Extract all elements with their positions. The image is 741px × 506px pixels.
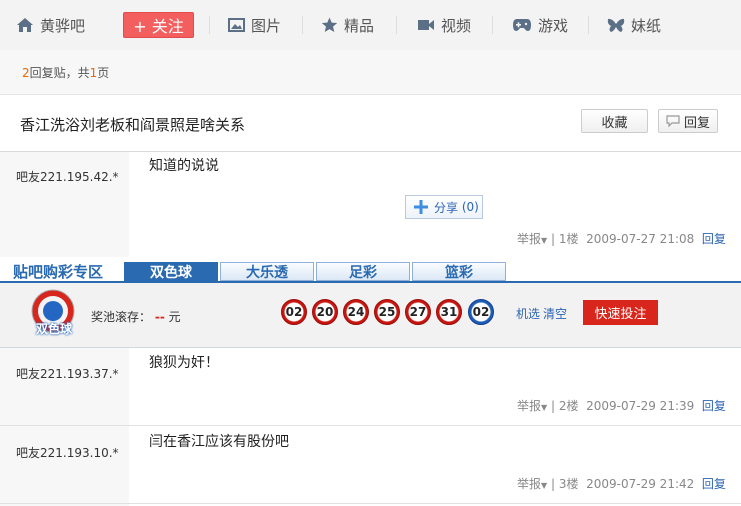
red-ball[interactable]: 20 xyxy=(312,299,338,325)
caret-down-icon: ▼ xyxy=(541,481,548,490)
star-icon xyxy=(321,17,338,32)
comment-icon xyxy=(666,115,680,127)
nav-divider xyxy=(588,16,589,34)
image-icon xyxy=(228,18,245,32)
floor-number: 1楼 xyxy=(558,232,579,246)
ssq-logo-text: 双色球 xyxy=(35,322,72,336)
reply-count-text: 2回复贴，共1页 xyxy=(22,64,109,81)
post-time: 2009-07-29 21:42 xyxy=(586,477,695,491)
jackpot-unit: 元 xyxy=(168,310,181,324)
top-nav: 黄骅吧 + 关注 图片 精品 视频 游戏 妹纸 xyxy=(0,0,741,51)
jackpot-info: 奖池滚存： -- 元 xyxy=(91,308,181,325)
nav-label: 妹纸 xyxy=(631,16,662,35)
blue-ball[interactable]: 02 xyxy=(468,299,494,325)
nav-divider xyxy=(396,16,397,34)
post-content: 闫在香江应该有股份吧 xyxy=(149,434,289,450)
forum-name: 黄骅吧 xyxy=(40,16,86,35)
jackpot-label: 奖池滚存： xyxy=(91,310,152,324)
lottery-zone-title: 贴吧购彩专区 xyxy=(13,263,104,281)
nav-label: 游戏 xyxy=(538,16,569,35)
report-link[interactable]: 举报 xyxy=(517,477,541,491)
ssq-logo: 双色球 xyxy=(28,289,78,339)
red-ball[interactable]: 02 xyxy=(281,299,307,325)
share-button[interactable]: 分享 (0) xyxy=(405,195,483,219)
video-icon xyxy=(418,20,434,30)
post-content: 知道的说说 xyxy=(149,158,219,174)
nav-divider xyxy=(302,16,303,34)
caret-down-icon: ▼ xyxy=(541,403,548,412)
tab-dlt[interactable]: 大乐透 xyxy=(220,262,314,281)
forum-home-link[interactable]: 黄骅吧 xyxy=(16,14,85,36)
reply-count-bar: 2回复贴，共1页 xyxy=(0,50,741,95)
floor-number: 2楼 xyxy=(558,399,579,413)
red-ball[interactable]: 25 xyxy=(374,299,400,325)
share-label: 分享 xyxy=(434,200,459,215)
nav-divider xyxy=(492,16,493,34)
share-count: (0) xyxy=(461,200,479,214)
tab-ssq[interactable]: 双色球 xyxy=(124,262,218,281)
thread-title: 香江洗浴刘老板和阎景照是啥关系 xyxy=(20,116,246,134)
nav-label: 图片 xyxy=(251,16,282,35)
plus-share-icon xyxy=(414,200,428,214)
collect-button[interactable]: 收藏 xyxy=(581,109,648,133)
nav-label: 视频 xyxy=(441,16,472,35)
reply-thread-label: 回复 xyxy=(683,115,710,131)
post-author-column xyxy=(0,426,129,506)
gamepad-icon xyxy=(513,19,531,31)
post-meta: 举报▼ | 2楼 2009-07-29 21:39 回复 xyxy=(517,399,726,413)
butterfly-icon xyxy=(607,18,625,32)
nav-item-images[interactable]: 图片 xyxy=(228,14,281,36)
caret-down-icon: ▼ xyxy=(541,236,548,245)
page-unit: 页 xyxy=(97,66,110,80)
report-link[interactable]: 举报 xyxy=(517,399,541,413)
tab-football[interactable]: 足彩 xyxy=(316,262,410,281)
nav-item-games[interactable]: 游戏 xyxy=(512,14,568,36)
post-time: 2009-07-29 21:39 xyxy=(586,399,695,413)
reply-thread-button[interactable]: 回复 xyxy=(658,109,718,133)
reply-count-label: 回复贴，共 xyxy=(29,66,90,80)
post-author[interactable]: 吧友221.195.42.* xyxy=(16,168,119,185)
lottery-zone-header: 贴吧购彩专区 双色球 大乐透 足彩 篮彩 xyxy=(0,258,741,283)
post-author-column xyxy=(0,348,129,425)
post-reply-link[interactable]: 回复 xyxy=(702,399,726,413)
nav-item-videos[interactable]: 视频 xyxy=(417,14,471,36)
post-meta: 举报▼ | 1楼 2009-07-27 21:08 回复 xyxy=(517,232,726,246)
post-reply-link[interactable]: 回复 xyxy=(702,232,726,246)
thread-title-bar: 香江洗浴刘老板和阎景照是啥关系 收藏 回复 xyxy=(0,95,741,152)
tab-basketball[interactable]: 篮彩 xyxy=(412,262,506,281)
red-ball[interactable]: 27 xyxy=(405,299,431,325)
nav-item-featured[interactable]: 精品 xyxy=(321,14,374,36)
floor-number: 3楼 xyxy=(558,477,579,491)
red-ball[interactable]: 24 xyxy=(343,299,369,325)
red-ball[interactable]: 31 xyxy=(436,299,462,325)
nav-divider xyxy=(209,16,210,34)
reply-count: 2 xyxy=(22,66,30,80)
post-content: 狼狈为奸！ xyxy=(149,355,219,371)
follow-button[interactable]: + 关注 xyxy=(123,12,194,38)
random-pick-link[interactable]: 机选 xyxy=(516,305,540,322)
jackpot-value: -- xyxy=(154,310,165,324)
clear-link[interactable]: 清空 xyxy=(543,305,567,322)
post-time: 2009-07-27 21:08 xyxy=(586,232,695,246)
post-meta: 举报▼ | 3楼 2009-07-29 21:42 回复 xyxy=(517,477,726,491)
post-author[interactable]: 吧友221.193.10.* xyxy=(16,444,119,461)
quick-bet-button[interactable]: 快速投注 xyxy=(583,300,658,325)
nav-item-girls[interactable]: 妹纸 xyxy=(607,14,661,36)
post-author[interactable]: 吧友221.193.37.* xyxy=(16,365,119,382)
post-reply-link[interactable]: 回复 xyxy=(702,477,726,491)
post-divider xyxy=(0,503,741,504)
report-link[interactable]: 举报 xyxy=(517,232,541,246)
nav-label: 精品 xyxy=(344,16,375,35)
home-icon xyxy=(17,18,33,32)
